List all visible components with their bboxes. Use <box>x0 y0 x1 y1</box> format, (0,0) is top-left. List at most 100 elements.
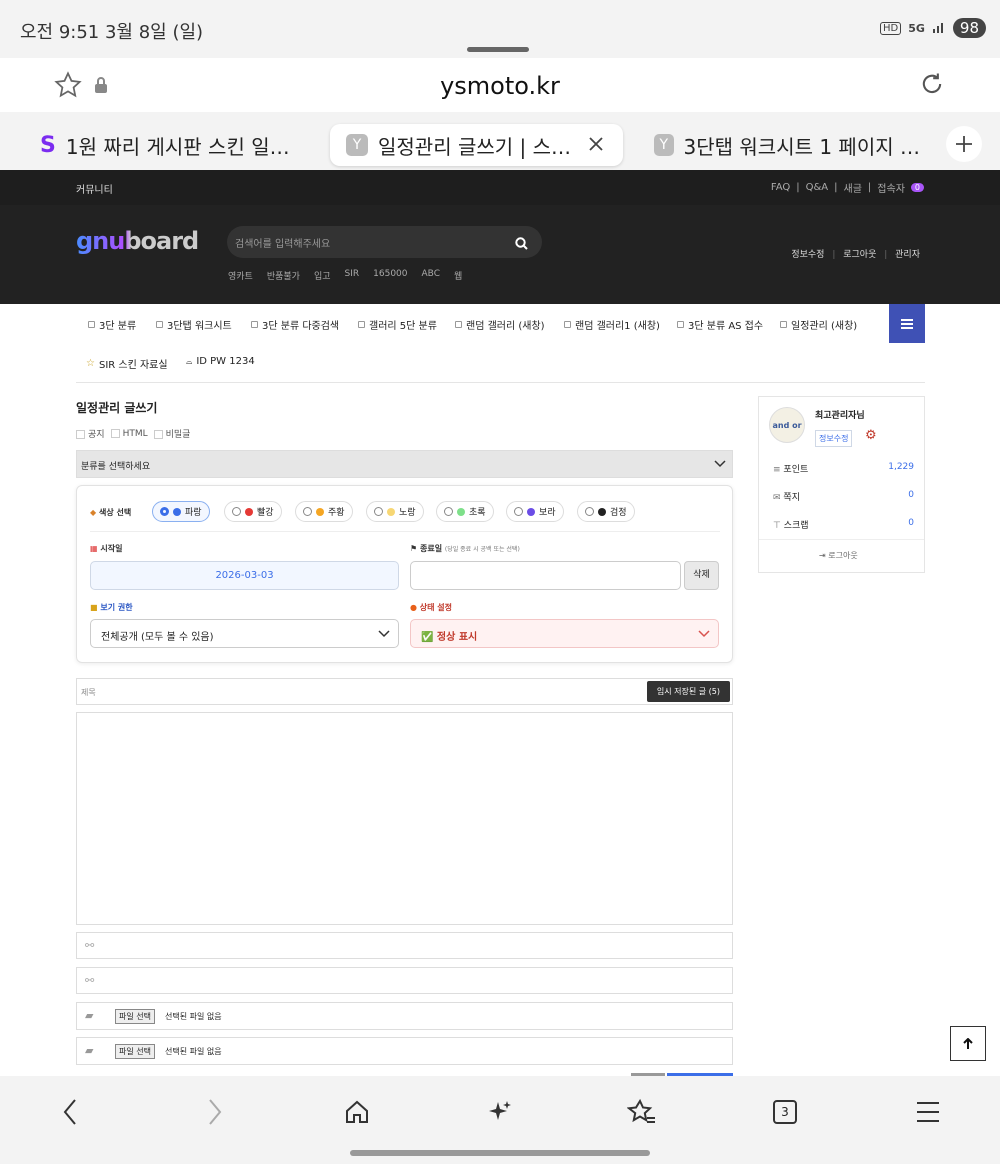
menu-button[interactable] <box>908 1092 948 1132</box>
menu-item[interactable]: 일정관리 (새창) <box>780 317 857 332</box>
menu-label: ID PW 1234 <box>196 356 255 367</box>
color-label: ◆ 색상 선택 <box>90 508 132 517</box>
network-icon: 5G <box>908 21 925 35</box>
color-option-green[interactable]: 초록 <box>436 501 494 522</box>
end-date-label: ⚑ 종료일 (당일 종료 시 공백 또는 선택) <box>410 544 520 553</box>
menu-item[interactable]: ☆ SIR 스킨 자료실 <box>86 356 168 371</box>
color-swatch <box>316 507 324 516</box>
visitors-link[interactable]: 접속자 <box>877 180 905 195</box>
end-date-input[interactable] <box>410 561 681 590</box>
subject-placeholder: 제목 <box>81 688 96 697</box>
keyword-link[interactable]: 웹 <box>454 269 462 282</box>
color-option-blue[interactable]: 파랑 <box>152 501 210 522</box>
menu-item[interactable]: 3단 분류 AS 접수 <box>677 317 763 332</box>
reload-icon[interactable] <box>918 70 946 102</box>
file-select-button[interactable]: 파일 선택 <box>115 1044 155 1059</box>
sparkle-button[interactable] <box>480 1092 520 1132</box>
search-icon[interactable] <box>515 235 528 254</box>
keyword-link[interactable]: 반품불가 <box>267 269 300 282</box>
category-select[interactable]: 분류를 선택하세요 <box>76 450 733 478</box>
menu-item[interactable]: 랜덤 갤러리1 (새창) <box>564 317 660 332</box>
browser-tab-2[interactable]: Y 일정관리 글쓰기 | 스… <box>330 124 623 166</box>
community-link[interactable]: 커뮤니티 <box>76 181 113 196</box>
site-logo[interactable]: gnuboard <box>76 227 199 255</box>
new-posts-link[interactable]: 새글 <box>844 180 862 195</box>
divider <box>76 382 925 383</box>
link-input-1[interactable]: ⚯ <box>76 932 733 959</box>
points-row[interactable]: ≡ 포인트 1,229 <box>773 462 914 475</box>
menu-item[interactable]: ⌓ ID PW 1234 <box>186 356 255 367</box>
faq-link[interactable]: FAQ <box>771 182 790 193</box>
file-select-button[interactable]: 파일 선택 <box>115 1009 155 1024</box>
keyword-link[interactable]: 165000 <box>373 269 407 282</box>
edit-profile-button[interactable]: 정보수정 <box>815 430 853 447</box>
html-checkbox[interactable]: HTML <box>110 428 148 439</box>
menu-item[interactable]: 3단 분류 다중검색 <box>251 317 339 332</box>
gesture-bar <box>350 1150 650 1156</box>
category-placeholder: 분류를 선택하세요 <box>81 462 151 472</box>
scroll-top-button[interactable] <box>950 1026 986 1061</box>
url-text[interactable]: ysmoto.kr <box>34 72 966 100</box>
back-button[interactable] <box>50 1092 90 1132</box>
qna-link[interactable]: Q&A <box>806 182 829 193</box>
color-option-yellow[interactable]: 노랑 <box>366 501 424 522</box>
tab-label: 3단탭 워크시트 1 페이지 … <box>683 134 920 159</box>
delete-date-button[interactable]: 삭제 <box>684 561 719 590</box>
subject-input[interactable]: 제목 임시 저장된 글 (5) <box>76 678 733 705</box>
notice-checkbox[interactable]: 공지 <box>76 427 105 440</box>
color-option-orange[interactable]: 주황 <box>295 501 353 522</box>
search-placeholder: 검색어를 입력해주세요 <box>235 239 331 250</box>
bookmarks-button[interactable] <box>622 1092 662 1132</box>
color-option-black[interactable]: 검정 <box>577 501 635 522</box>
menu-item[interactable]: 3단탭 워크시트 <box>156 317 232 332</box>
view-permission-select[interactable]: 전체공개 (모두 볼 수 있음) <box>90 619 399 648</box>
secret-checkbox[interactable]: 비밀글 <box>153 427 190 440</box>
menu-item[interactable]: 갤러리 5단 분류 <box>358 317 437 332</box>
admin-link[interactable]: 관리자 <box>895 250 920 260</box>
color-option-red[interactable]: 빨강 <box>224 501 282 522</box>
menu-label: 랜덤 갤러리 (새창) <box>466 321 545 332</box>
search-input[interactable]: 검색어를 입력해주세요 <box>227 226 542 258</box>
square-icon <box>564 321 571 328</box>
keyword-link[interactable]: SIR <box>345 269 360 282</box>
tab-label: 1원 짜리 게시판 스킨 일… <box>65 134 290 159</box>
sidebar-logout-button[interactable]: ⇥ 로그아웃 <box>819 550 858 561</box>
avatar[interactable]: and or <box>769 407 805 443</box>
close-tab-icon[interactable] <box>587 134 605 158</box>
browser-tab-1[interactable]: S 1원 짜리 게시판 스킨 일… <box>40 124 300 166</box>
lock-icon: ■ <box>90 603 98 612</box>
scrap-row[interactable]: ⊤ 스크랩 0 <box>773 518 914 531</box>
menu-item[interactable]: 3단 분류 <box>88 317 136 332</box>
content-textarea[interactable] <box>76 712 733 925</box>
keyword-link[interactable]: ABC <box>422 269 440 282</box>
memo-row[interactable]: ✉ 쪽지 0 <box>773 490 914 503</box>
hamburger-menu-button[interactable] <box>889 304 925 343</box>
address-bar[interactable]: ysmoto.kr <box>34 58 966 112</box>
start-date-input[interactable]: 2026-03-03 <box>90 561 399 590</box>
site-header: gnuboard 검색어를 입력해주세요 영카트 반품불가 입고 SIR 165… <box>0 205 1000 304</box>
keyword-link[interactable]: 입고 <box>314 269 331 282</box>
color-swatch <box>387 507 395 516</box>
logout-link[interactable]: 로그아웃 <box>843 250 876 260</box>
color-option-purple[interactable]: 보라 <box>506 501 564 522</box>
square-icon <box>156 321 163 328</box>
chevron-down-icon <box>714 460 726 471</box>
keyword-link[interactable]: 영카트 <box>228 269 253 282</box>
new-tab-button[interactable] <box>946 126 982 162</box>
link-input-2[interactable]: ⚯ <box>76 967 733 994</box>
window-handle[interactable] <box>467 47 529 52</box>
edit-profile-link[interactable]: 정보수정 <box>791 250 824 260</box>
forward-button[interactable] <box>195 1092 235 1132</box>
home-button[interactable] <box>337 1092 377 1132</box>
menu-label: 3단 분류 AS 접수 <box>688 321 764 332</box>
tabs-button[interactable]: 3 <box>765 1092 805 1132</box>
gear-icon[interactable]: ⚙ <box>865 428 877 443</box>
menu-label: 3단 분류 다중검색 <box>262 321 340 332</box>
view-permission-label: ■ 보기 권한 <box>90 603 133 612</box>
status-select[interactable]: ✅ 정상 표시 <box>410 619 719 648</box>
menu-item[interactable]: 랜덤 갤러리 (새창) <box>455 317 545 332</box>
tab-favicon: S <box>40 132 56 158</box>
browser-tab-3[interactable]: Y 3단탭 워크시트 1 페이지 … <box>654 124 920 166</box>
member-name: 최고관리자님 <box>815 411 865 421</box>
draft-button[interactable]: 임시 저장된 글 (5) <box>646 681 730 702</box>
